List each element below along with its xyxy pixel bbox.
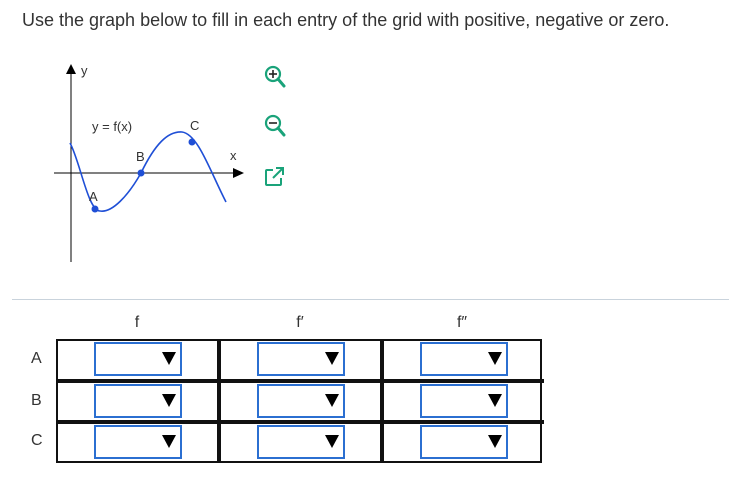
select-c-f-double-prime[interactable] <box>420 425 508 459</box>
column-header-f: f <box>134 314 140 331</box>
row-label-a: A <box>31 350 42 367</box>
expand-button[interactable] <box>262 164 288 190</box>
function-label: y = f(x) <box>92 119 132 134</box>
dropdown-arrow-icon <box>488 352 502 365</box>
point-c-marker <box>188 138 196 146</box>
select-b-f-prime[interactable] <box>257 384 345 418</box>
zoom-in-icon <box>264 65 286 88</box>
dropdown-arrow-icon <box>325 352 339 365</box>
row-label-b: B <box>31 392 42 409</box>
select-b-f-double-prime[interactable] <box>420 384 508 418</box>
select-c-f[interactable] <box>94 425 182 459</box>
zoom-out-icon <box>264 114 286 137</box>
point-b-marker <box>137 169 145 177</box>
grid-column-divider <box>380 339 384 463</box>
dropdown-arrow-icon <box>162 435 176 448</box>
select-a-f[interactable] <box>94 342 182 376</box>
dropdown-arrow-icon <box>325 435 339 448</box>
function-graph: y x y = f(x) A B C <box>54 63 244 262</box>
point-c-label: C <box>190 118 199 133</box>
column-header-f-double-prime: f″ <box>456 314 468 331</box>
zoom-out-button[interactable] <box>262 113 288 139</box>
dropdown-arrow-icon <box>325 394 339 407</box>
grid-column-divider <box>217 339 221 463</box>
select-a-f-prime[interactable] <box>257 342 345 376</box>
x-axis-label: x <box>230 148 237 163</box>
dropdown-arrow-icon <box>162 352 176 365</box>
dropdown-arrow-icon <box>488 435 502 448</box>
point-b-label: B <box>136 149 145 164</box>
y-axis-arrow <box>66 64 76 74</box>
y-axis-label: y <box>81 63 88 78</box>
open-external-icon <box>265 167 285 186</box>
instruction-text: Use the graph below to fill in each entr… <box>22 10 670 30</box>
dropdown-arrow-icon <box>488 394 502 407</box>
grid-row-divider <box>56 379 544 383</box>
point-a-marker <box>91 205 99 213</box>
select-c-f-prime[interactable] <box>257 425 345 459</box>
point-a-label: A <box>89 189 98 204</box>
dropdown-arrow-icon <box>162 394 176 407</box>
section-divider <box>12 299 729 300</box>
select-a-f-double-prime[interactable] <box>420 342 508 376</box>
x-axis-arrow <box>233 168 244 178</box>
grid-row-divider <box>56 420 544 424</box>
column-header-f-prime: f′ <box>296 314 304 331</box>
zoom-in-button[interactable] <box>262 64 288 90</box>
row-label-c: C <box>31 432 43 449</box>
select-b-f[interactable] <box>94 384 182 418</box>
